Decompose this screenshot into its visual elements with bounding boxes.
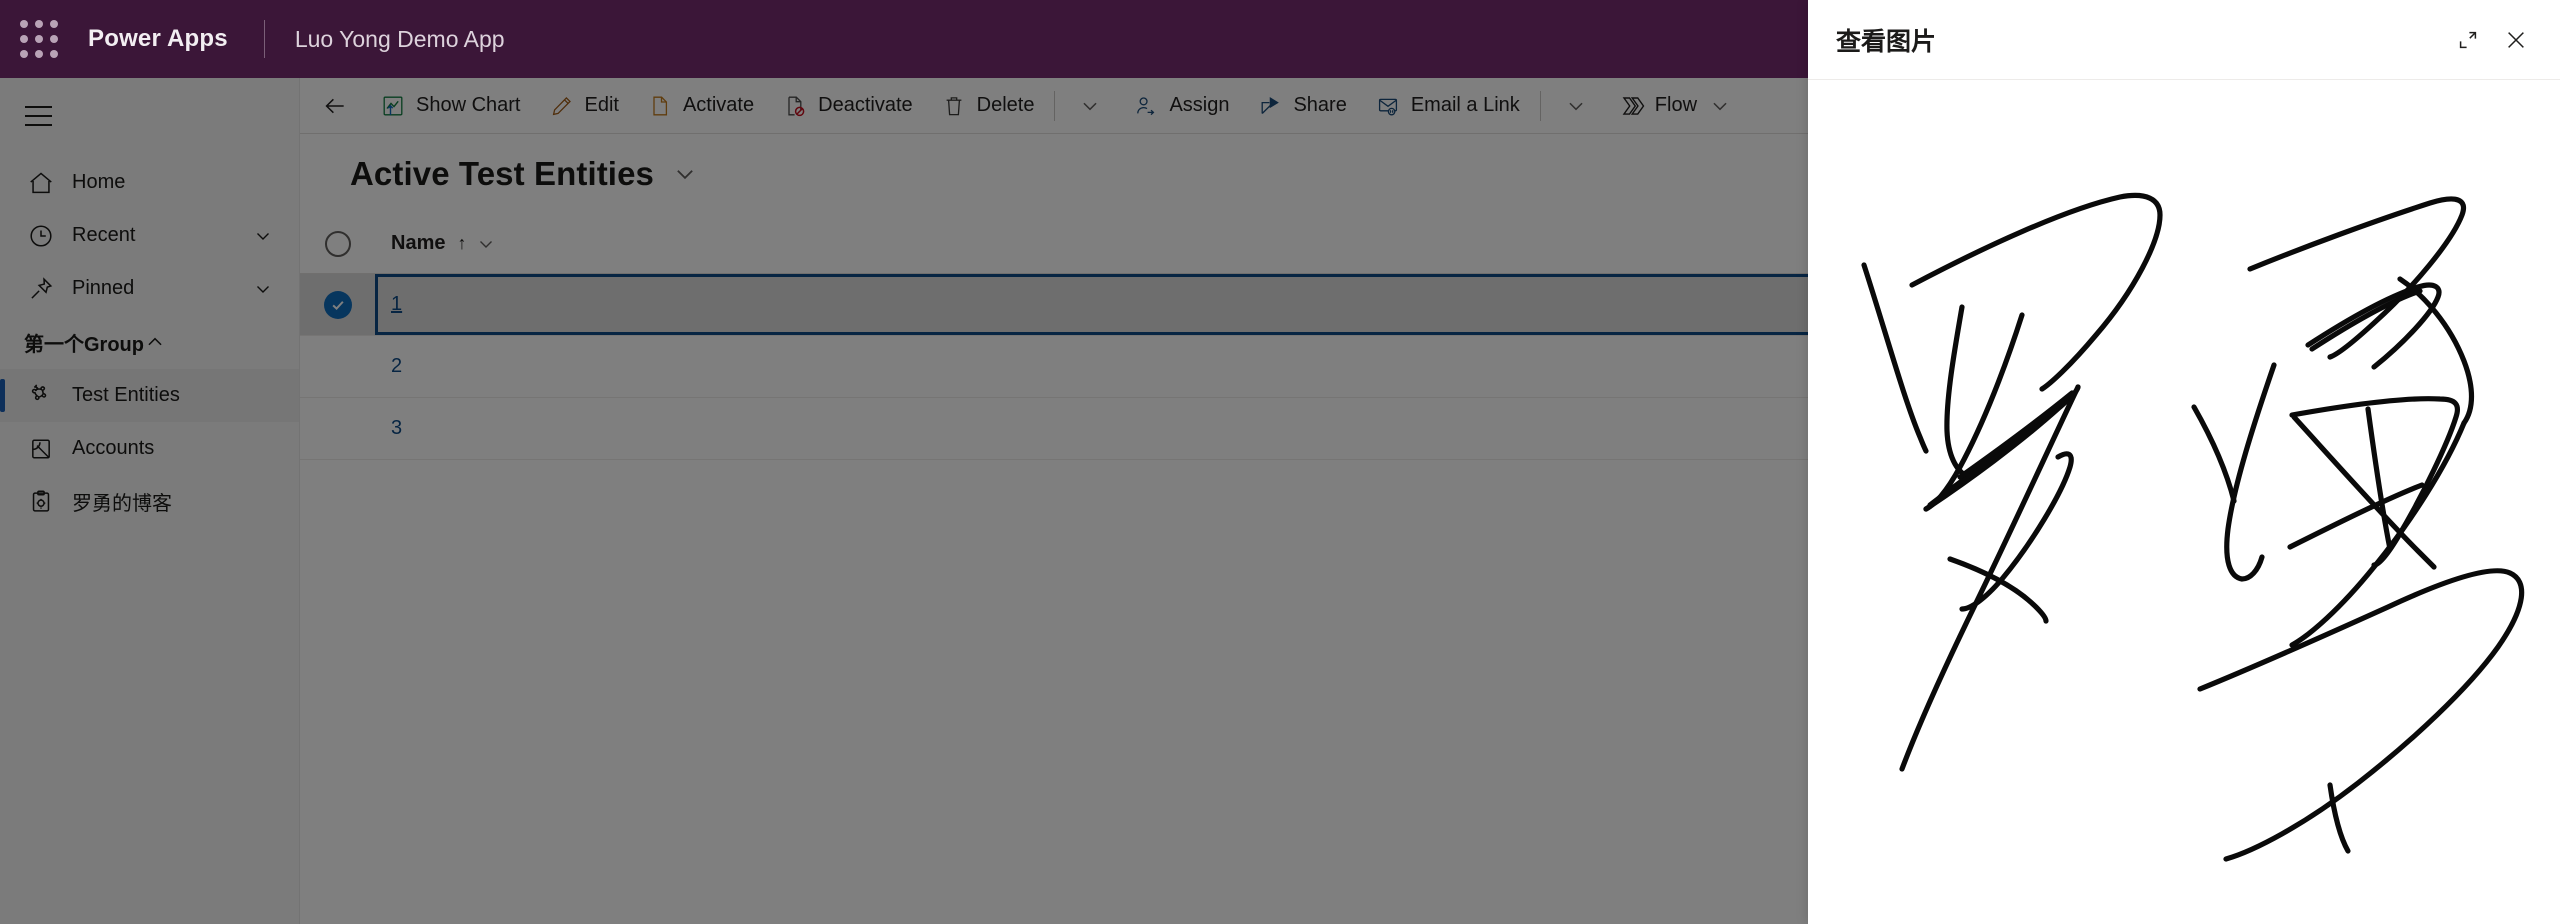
sitemap-nav: Home Recent Pinned 第一个Group Test Entitie…: [0, 78, 300, 924]
power-apps-window: Power Apps Luo Yong Demo App Home Recent…: [0, 0, 2560, 924]
entity-icon: [24, 379, 58, 413]
command-label: Assign: [1169, 94, 1230, 116]
flow-icon: [1619, 93, 1645, 119]
command-overflow-1[interactable]: [1061, 80, 1119, 132]
activate-button[interactable]: Activate: [633, 80, 768, 132]
chevron-down-icon[interactable]: [672, 161, 698, 187]
sidebar-item-pinned[interactable]: Pinned: [0, 262, 299, 315]
side-pane-dialog: 查看图片: [1808, 0, 2560, 924]
hamburger-menu-icon[interactable]: [6, 88, 70, 144]
chart-icon: [380, 93, 406, 119]
sidebar-item-home[interactable]: Home: [0, 156, 299, 209]
clipboard-gear-icon: [24, 485, 58, 519]
sidebar-item-accounts[interactable]: Accounts: [0, 422, 299, 475]
sidebar-item-label: 罗勇的博客: [72, 493, 172, 515]
header-divider: [263, 20, 265, 58]
sidebar-item-blog[interactable]: 罗勇的博客: [0, 475, 299, 528]
chevron-down-icon[interactable]: [253, 279, 273, 299]
show-chart-button[interactable]: Show Chart: [366, 80, 535, 132]
sidebar-item-label: Pinned: [72, 277, 135, 299]
page-title[interactable]: Active Test Entities: [350, 155, 654, 193]
back-arrow-icon: [322, 93, 348, 119]
sidebar-item-label: Recent: [72, 224, 136, 246]
popout-expand-icon[interactable]: [2444, 16, 2492, 64]
row-checkbox[interactable]: [300, 336, 375, 397]
signature-image: [1808, 80, 2560, 924]
home-icon: [24, 166, 58, 200]
command-label: Delete: [976, 94, 1035, 116]
flow-menu-button[interactable]: Flow: [1605, 80, 1747, 132]
select-all-circle-icon: [324, 230, 351, 257]
clock-icon: [24, 219, 58, 253]
edit-button[interactable]: Edit: [535, 80, 633, 132]
command-label: Deactivate: [818, 94, 913, 116]
row-checkbox[interactable]: [300, 398, 375, 459]
record-link[interactable]: 2: [391, 355, 402, 378]
command-label: Flow: [1654, 94, 1698, 116]
app-name-label[interactable]: Luo Yong Demo App: [295, 26, 505, 53]
sidebar-item-test-entities[interactable]: Test Entities: [0, 369, 299, 422]
sidebar-item-recent[interactable]: Recent: [0, 209, 299, 262]
command-divider: [1054, 90, 1056, 121]
email-link-icon: [1375, 93, 1401, 119]
side-pane-body: [1808, 80, 2560, 924]
sidebar-item-label: Home: [72, 171, 126, 193]
sidebar-item-label: Test Entities: [72, 384, 180, 406]
assign-user-icon: [1133, 93, 1159, 119]
checkmark-circle-icon: [323, 290, 352, 319]
command-label: Email a Link: [1410, 94, 1520, 116]
command-label: Show Chart: [416, 94, 521, 116]
command-label: Activate: [682, 94, 755, 116]
chevron-down-icon: [1707, 93, 1733, 119]
chevron-up-icon[interactable]: [144, 331, 166, 353]
chevron-down-icon[interactable]: [253, 226, 273, 246]
assign-button[interactable]: Assign: [1119, 80, 1243, 132]
pencil-icon: [549, 93, 575, 119]
chevron-down-icon[interactable]: [476, 234, 496, 254]
sidebar-group-header[interactable]: 第一个Group: [0, 315, 299, 369]
select-all-checkbox[interactable]: [300, 214, 375, 273]
command-divider: [1539, 90, 1541, 121]
sidebar-item-label: Accounts: [72, 437, 155, 459]
chevron-down-icon: [1077, 93, 1103, 119]
share-button[interactable]: Share: [1243, 80, 1360, 132]
sort-ascending-icon: ↑: [457, 233, 467, 253]
command-label: Edit: [584, 94, 619, 116]
accounts-icon: [24, 432, 58, 466]
record-link[interactable]: 1: [391, 293, 402, 316]
brand-title[interactable]: Power Apps: [88, 25, 228, 53]
app-launcher-icon: [20, 20, 58, 58]
app-launcher-button[interactable]: [0, 0, 78, 78]
side-pane-header: 查看图片: [1808, 0, 2560, 80]
record-link[interactable]: 3: [391, 417, 402, 440]
side-pane-title: 查看图片: [1836, 27, 1937, 56]
trash-icon: [941, 93, 967, 119]
row-checkbox-selected[interactable]: [300, 274, 375, 335]
sidebar-group-label: 第一个Group: [24, 333, 144, 356]
signature-strokes: [1861, 192, 2525, 862]
command-label: Share: [1293, 94, 1347, 116]
pin-icon: [24, 272, 58, 306]
command-overflow-2[interactable]: [1547, 80, 1605, 132]
close-icon[interactable]: [2492, 16, 2540, 64]
activate-icon: [647, 93, 673, 119]
column-header-label: Name: [391, 232, 446, 254]
delete-button[interactable]: Delete: [927, 80, 1049, 132]
chevron-down-icon: [1563, 93, 1589, 119]
deactivate-button[interactable]: Deactivate: [768, 80, 927, 132]
email-a-link-button[interactable]: Email a Link: [1361, 80, 1534, 132]
share-icon: [1257, 93, 1283, 119]
back-button[interactable]: [308, 80, 366, 132]
deactivate-icon: [782, 93, 808, 119]
